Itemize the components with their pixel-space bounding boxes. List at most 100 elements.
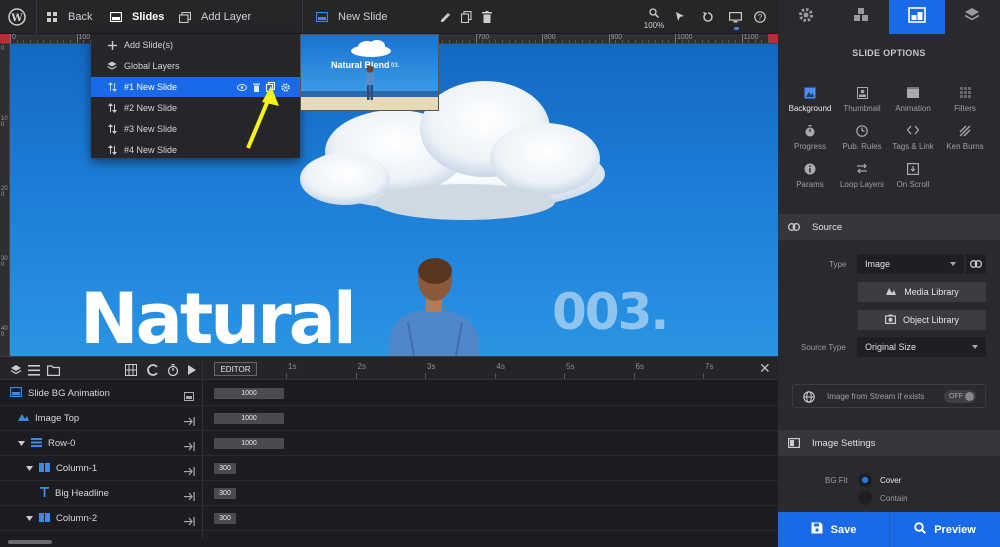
source-type-select[interactable]: Original Size (857, 337, 986, 357)
type-value: Image (865, 259, 891, 269)
source-section-header[interactable]: Source (778, 214, 1000, 240)
timeline-row[interactable]: Column-2 300 (0, 506, 778, 531)
desktop-device-icon[interactable] (729, 10, 743, 28)
add-layer-button[interactable]: Add Layer (179, 0, 251, 34)
duplicate-icon[interactable] (460, 10, 472, 28)
bg-fit-cover-radio[interactable] (858, 473, 872, 487)
ruler-number: 1000 (677, 34, 693, 41)
option-thumbnail[interactable]: Thumbnail (834, 87, 890, 113)
option-on-scroll[interactable]: On Scroll (885, 163, 941, 189)
image-settings-section-header[interactable]: Image Settings (778, 430, 1000, 456)
link-icon (788, 223, 800, 231)
timeline-bar[interactable]: 300 (214, 513, 236, 524)
search-icon (914, 522, 927, 537)
option-filters[interactable]: Filters (937, 87, 993, 113)
global-layers-item[interactable]: Global Layers (91, 56, 300, 76)
tab-modules[interactable] (834, 0, 890, 34)
zoom-level: 100% (643, 21, 665, 30)
timeline-row[interactable]: Slide BG Animation 1000 (0, 381, 778, 406)
grid-view-icon[interactable] (125, 363, 137, 381)
option-loop-layers[interactable]: Loop Layers (834, 163, 890, 189)
timeline-row[interactable]: Image Top 1000 (0, 406, 778, 431)
chevron-down-icon[interactable] (26, 513, 33, 524)
gear-icon[interactable] (281, 82, 290, 92)
progress-timer-icon (782, 125, 838, 139)
timeline-bar[interactable]: 300 (214, 463, 236, 474)
timeline-bar[interactable]: 1000 (214, 413, 284, 424)
loop-icon[interactable] (147, 363, 159, 381)
end-frame-icon[interactable] (184, 463, 195, 481)
tab-settings[interactable] (778, 0, 834, 34)
timeline-bar[interactable]: 1000 (214, 438, 284, 449)
sort-icon (104, 124, 120, 134)
timeline-row-label: Row-0 (48, 438, 76, 449)
slide-number-text[interactable]: 003. (552, 287, 669, 337)
end-frame-icon[interactable] (184, 438, 195, 456)
timeline-row[interactable]: Big Headline 300 (0, 481, 778, 506)
timeline-bar[interactable]: 300 (214, 488, 236, 499)
tab-layers[interactable] (945, 0, 1000, 34)
timeline-tick-line (703, 373, 704, 379)
timeline-tick-line (494, 373, 496, 379)
option-params[interactable]: Params (782, 163, 838, 189)
timeline-tick-line (355, 373, 357, 379)
bg-fit-contain-radio[interactable] (858, 491, 872, 505)
timeline-row[interactable]: Row-0 1000 (0, 431, 778, 456)
cursor-icon[interactable] (675, 10, 685, 28)
link-button[interactable] (966, 254, 986, 274)
preview-button[interactable]: Preview (889, 512, 1000, 547)
edit-pencil-icon[interactable] (440, 10, 451, 28)
save-button[interactable]: Save (778, 512, 889, 547)
timeline-bar[interactable]: 1000 (214, 388, 284, 399)
slides-button[interactable]: Slides (110, 0, 164, 34)
option-label: Params (796, 180, 824, 189)
option-label: Ken Burns (946, 142, 984, 151)
option-background[interactable]: Background (782, 87, 838, 113)
option-animation[interactable]: Animation (885, 87, 941, 113)
editor-toggle-button[interactable]: EDITOR (214, 362, 257, 376)
timeline-tick: 4s (496, 362, 505, 371)
close-timeline-icon[interactable]: ✕ (759, 361, 771, 375)
option-pub-rules[interactable]: Pub. Rules (834, 125, 890, 151)
list-icon[interactable] (28, 363, 40, 381)
ken-burns-icon (937, 125, 993, 139)
end-frame-icon[interactable] (184, 513, 195, 531)
ruler-number: 0 (12, 34, 16, 41)
add-slide-item[interactable]: Add Slide(s) (91, 35, 300, 55)
vertical-ruler: 0 100 200 300 400 (0, 44, 10, 356)
stream-toggle[interactable]: OFF (944, 390, 976, 403)
end-frame-icon[interactable] (184, 488, 195, 506)
slide-bg-icon[interactable] (184, 388, 194, 406)
object-library-button[interactable]: Object Library (858, 310, 986, 330)
option-label: Animation (895, 104, 931, 113)
option-tags-link[interactable]: Tags & Link (885, 125, 941, 151)
play-icon[interactable] (187, 363, 197, 381)
back-button[interactable]: Back (47, 0, 92, 34)
option-ken-burns[interactable]: Ken Burns (937, 125, 993, 151)
option-label: Loop Layers (839, 180, 885, 189)
zoom-control[interactable]: 100% (641, 8, 667, 30)
scrollbar-thumb[interactable] (8, 540, 52, 544)
big-headline[interactable]: Natural (80, 284, 357, 354)
option-progress[interactable]: Progress (782, 125, 838, 151)
person-image[interactable] (380, 256, 490, 356)
layers-icon[interactable] (10, 363, 22, 381)
trash-icon[interactable] (482, 10, 492, 28)
media-library-button[interactable]: Media Library (858, 282, 986, 302)
on-scroll-icon (885, 163, 941, 177)
chevron-down-icon[interactable] (18, 438, 25, 449)
tab-slide-options[interactable] (889, 0, 945, 34)
current-slide-title[interactable]: New Slide (316, 0, 388, 34)
chevron-down-icon[interactable] (26, 463, 33, 474)
stopwatch-icon[interactable] (167, 363, 179, 381)
timeline-scrollbar[interactable] (0, 538, 778, 547)
help-icon[interactable]: ? (754, 10, 766, 28)
timeline-row[interactable]: Column-1 300 (0, 456, 778, 481)
option-label: Pub. Rules (842, 142, 882, 151)
folder-icon[interactable] (47, 363, 60, 381)
wordpress-logo-icon[interactable]: W (8, 0, 26, 34)
end-frame-icon[interactable] (184, 413, 195, 431)
undo-icon[interactable] (702, 10, 714, 28)
toolbar-separator (302, 0, 303, 34)
type-select[interactable]: Image (857, 254, 964, 274)
